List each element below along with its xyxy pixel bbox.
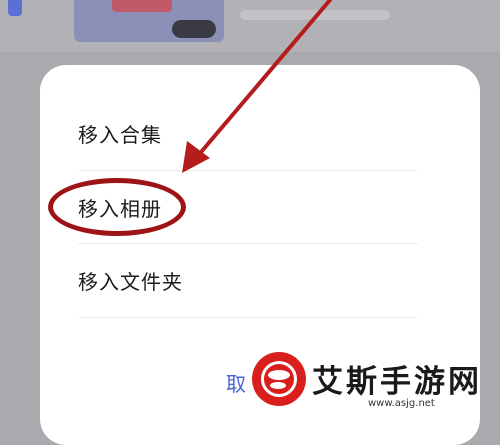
menu-item-label: 移入合集	[78, 123, 162, 147]
divider	[78, 170, 418, 171]
background-thumbnail	[74, 0, 224, 42]
highlight-ellipse	[48, 178, 186, 236]
menu-item-move-to-folder[interactable]: 移入文件夹	[40, 245, 462, 319]
menu-item-label: 移入文件夹	[78, 270, 183, 294]
cancel-button[interactable]: 取	[226, 368, 246, 397]
background-text-placeholder	[240, 10, 390, 20]
background-list-row	[0, 0, 500, 52]
watermark-title: 艾斯手游网	[312, 364, 482, 400]
watermark-logo-icon	[252, 352, 306, 406]
divider	[78, 317, 418, 318]
background-checkbox	[8, 0, 22, 16]
watermark: 艾斯手游网 www.asjg.net	[250, 352, 500, 416]
menu-item-move-to-collection[interactable]: 移入合集	[40, 98, 462, 172]
divider	[78, 243, 418, 244]
watermark-url: www.asjg.net	[368, 398, 435, 409]
